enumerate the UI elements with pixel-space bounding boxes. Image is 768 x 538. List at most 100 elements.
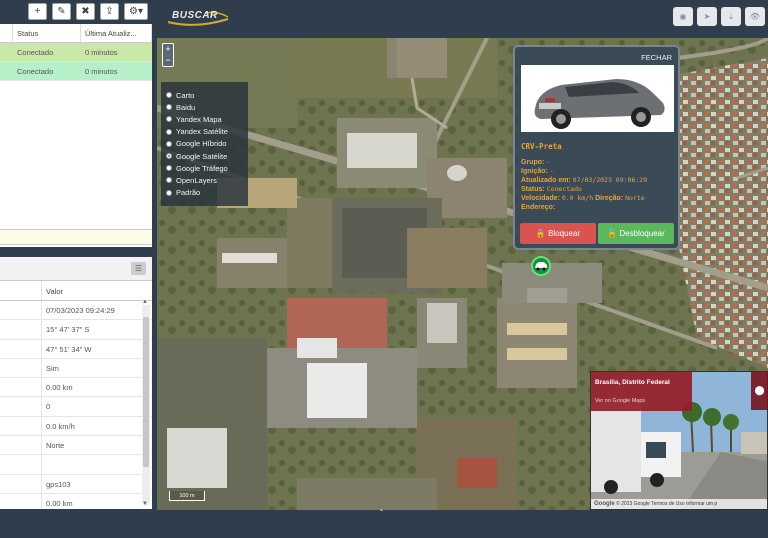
unlock-icon: 🔓 bbox=[607, 229, 620, 238]
layer-label: Padrão bbox=[176, 188, 201, 198]
layer-option[interactable]: Baidu bbox=[166, 101, 243, 113]
table-row[interactable]: 47° 51' 34" W bbox=[0, 339, 152, 359]
layer-label: OpenLayers bbox=[176, 175, 217, 185]
table-row[interactable]: Sim bbox=[0, 358, 152, 379]
column-header[interactable] bbox=[0, 24, 13, 42]
upload-button[interactable]: ⇪ bbox=[100, 3, 119, 20]
radio-icon[interactable] bbox=[166, 140, 172, 147]
street-view-footer: Google © 2023 Google Termos de Uso Infor… bbox=[591, 499, 767, 509]
visibility-button[interactable]: 👁 bbox=[745, 7, 765, 26]
view-in-maps-link[interactable]: Ver no Google Maps bbox=[595, 398, 645, 404]
layer-option[interactable]: Carto bbox=[166, 89, 243, 101]
download-icon: ⤓ bbox=[729, 11, 733, 21]
layer-option[interactable]: Padrão bbox=[166, 187, 243, 199]
filter-input[interactable] bbox=[0, 229, 152, 245]
unblock-label: Desbloquear bbox=[619, 229, 665, 238]
eye-icon: 👁 bbox=[749, 12, 761, 21]
vehicle-popup: FECHAR CRV-Preta Grupo: - Ignição: - Atu… bbox=[513, 45, 680, 250]
field-value: 0.0 km/h bbox=[561, 194, 594, 202]
radio-icon[interactable] bbox=[166, 116, 172, 123]
unblock-button[interactable]: 🔓 Desbloquear bbox=[598, 223, 674, 244]
street-view-panel[interactable]: Brasília, Distrito Federal Ver no Google… bbox=[590, 371, 768, 510]
scroll-up-icon[interactable]: ▲ bbox=[142, 299, 148, 305]
map-view[interactable]: + − Carto Baidu Yandex Mapa Yandex Satélite… bbox=[157, 38, 768, 510]
details-table-header: Valor bbox=[0, 281, 152, 301]
value-cell: Norte bbox=[46, 441, 65, 451]
value-cell: 0.0 km/h bbox=[46, 421, 75, 431]
radio-icon[interactable] bbox=[166, 165, 172, 172]
locate-button[interactable]: ➤ bbox=[697, 7, 717, 26]
map-pin-icon: ⬤ bbox=[754, 385, 765, 395]
zoom-out-button[interactable]: − bbox=[163, 55, 173, 66]
scrollbar-thumb[interactable] bbox=[143, 317, 149, 467]
status-cell: Conectado bbox=[17, 48, 54, 57]
vehicle-marker[interactable] bbox=[531, 256, 551, 276]
attribute-cell bbox=[0, 455, 42, 474]
download-button[interactable]: ⤓ bbox=[721, 7, 741, 26]
attribute-cell bbox=[0, 358, 42, 378]
zoom-in-button[interactable]: + bbox=[163, 44, 173, 55]
edit-button[interactable]: ✎ bbox=[52, 3, 71, 20]
add-button[interactable]: + bbox=[28, 3, 47, 20]
popup-close-button[interactable]: FECHAR bbox=[641, 53, 672, 62]
layer-option[interactable]: Google Satélite bbox=[166, 150, 243, 162]
resize-handle-icon[interactable]: ▴ bbox=[380, 507, 390, 513]
layer-option[interactable]: Yandex Mapa bbox=[166, 113, 243, 125]
field-label: Ignição: bbox=[521, 168, 548, 175]
table-row[interactable]: 15° 47' 37" S bbox=[0, 320, 152, 340]
table-row[interactable]: 07/03/2023 09:24:29 bbox=[0, 301, 152, 321]
table-row[interactable]: 0 bbox=[0, 397, 152, 417]
layer-option[interactable]: OpenLayers bbox=[166, 174, 243, 186]
layer-option[interactable]: Yandex Satélite bbox=[166, 126, 243, 138]
column-header-status[interactable]: Status bbox=[13, 24, 81, 42]
table-row[interactable]: Norte bbox=[0, 436, 152, 456]
scroll-down-icon[interactable]: ▼ bbox=[142, 501, 148, 507]
table-row[interactable]: Conectado 0 minutos bbox=[0, 62, 152, 81]
street-view-pin[interactable]: ⬤ bbox=[751, 371, 768, 410]
layer-option[interactable]: Google Tráfego bbox=[166, 162, 243, 174]
table-row[interactable]: Conectado 0 minutos bbox=[0, 43, 152, 62]
table-row[interactable]: gps103 bbox=[0, 474, 152, 494]
value-cell: gps103 bbox=[46, 479, 71, 489]
details-table-body: 07/03/2023 09:24:29 15° 47' 37" S 47° 51' … bbox=[0, 301, 152, 509]
layer-option[interactable]: Google Híbrido bbox=[166, 138, 243, 150]
gear-icon: ⚙▾ bbox=[129, 6, 143, 17]
table-row[interactable]: 0.00 km bbox=[0, 378, 152, 398]
scale-bar: 100 m bbox=[169, 491, 205, 501]
footer-text[interactable]: © 2023 Google Termos de Uso Informar um … bbox=[616, 501, 717, 507]
scrollbar[interactable]: ▲ ▼ bbox=[142, 299, 150, 507]
field-label: Endereço: bbox=[521, 204, 556, 211]
bottom-bar bbox=[0, 510, 768, 538]
table-row[interactable]: 0.0 km/h bbox=[0, 416, 152, 437]
radio-icon[interactable] bbox=[166, 128, 172, 135]
layer-label: Google Híbrido bbox=[176, 139, 227, 149]
column-header-last-update[interactable]: Última Atualiz... bbox=[81, 24, 152, 42]
value-cell: 15° 47' 37" S bbox=[46, 325, 90, 335]
attribute-cell bbox=[0, 320, 42, 339]
field-value: 07/03/2023 09:06:29 bbox=[572, 176, 648, 184]
field-label: Atualizado em: bbox=[521, 177, 571, 184]
radio-icon[interactable] bbox=[166, 153, 172, 160]
settings-button[interactable]: ⚙▾ bbox=[124, 3, 148, 20]
vehicle-name: CRV-Preta bbox=[521, 142, 562, 151]
table-row[interactable] bbox=[0, 455, 152, 475]
delete-button[interactable]: ✖ bbox=[76, 3, 95, 20]
field-label: Direção: bbox=[595, 195, 624, 202]
radio-icon[interactable] bbox=[166, 189, 172, 196]
details-menu-button[interactable]: ☰ bbox=[131, 262, 146, 275]
radio-icon[interactable] bbox=[166, 104, 172, 111]
radio-icon[interactable] bbox=[166, 92, 172, 99]
block-button[interactable]: 🔒 Bloquear bbox=[520, 223, 596, 244]
table-row[interactable]: 0.00 km bbox=[0, 493, 152, 509]
radio-icon[interactable] bbox=[166, 177, 172, 184]
google-logo: Google bbox=[594, 501, 615, 507]
target-button[interactable]: ◉ bbox=[673, 7, 693, 26]
vehicle-list-panel: Status Última Atualiz... Conectado 0 min… bbox=[0, 24, 152, 247]
layer-label: Google Satélite bbox=[176, 151, 228, 161]
zoom-control: + − bbox=[162, 43, 174, 67]
logo-text: BUSCAR bbox=[172, 10, 218, 21]
value-cell: Sim bbox=[46, 363, 59, 373]
value-cell: 07/03/2023 09:24:29 bbox=[46, 306, 115, 315]
value-cell: 47° 51' 34" W bbox=[46, 344, 92, 354]
attribute-cell bbox=[0, 301, 42, 320]
